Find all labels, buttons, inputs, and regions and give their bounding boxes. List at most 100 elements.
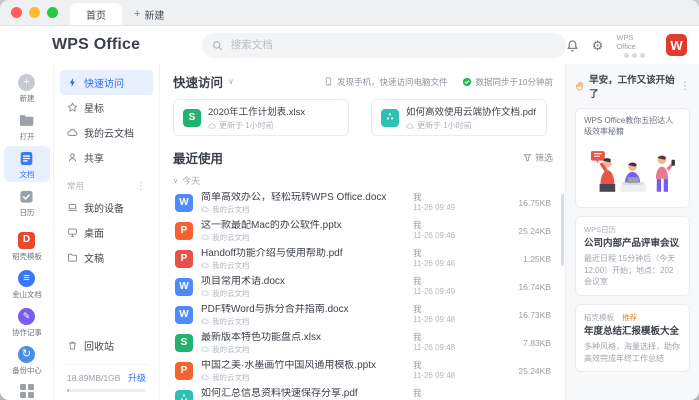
file-row[interactable]: S 最新版本特色功能盘点.xlsx 我的云文档 我 11- — [173, 329, 553, 357]
file-owner: 我 — [413, 248, 499, 259]
sidebar-item-label: 我的云文档 — [84, 125, 134, 140]
file-row[interactable]: W 简单高效办公，轻松玩转WPS Office.docx 我的云文档 我 — [173, 189, 553, 217]
pinned-file-meta: 更新于 1小时前 — [417, 120, 472, 131]
tab-home[interactable]: 首页 — [70, 3, 122, 25]
note-icon: ✎ — [18, 308, 35, 325]
pinned-card[interactable]: ∴ 如何高效使用云端协作文档.pdf 更新于 1小时前 — [371, 99, 547, 136]
file-type-icon: S — [175, 334, 193, 352]
close-window-button[interactable] — [11, 7, 22, 18]
recent-title: 最近使用 — [173, 148, 223, 167]
account-widget[interactable]: WPS Office — [616, 33, 653, 58]
file-modified-time: 11-26 09:46 — [413, 259, 499, 269]
sidebar-item-label: 快速访问 — [84, 75, 124, 90]
cloud-icon — [67, 127, 78, 138]
traffic-lights — [0, 0, 70, 25]
tab-home-label: 首页 — [86, 7, 106, 22]
file-row[interactable]: ∴ 如何汇总信息资料快速保存分享.pdf 我的云文档 我 — [173, 385, 553, 400]
sidebar-item-trash[interactable]: 回收站 — [60, 333, 153, 358]
new-tab-button[interactable]: + 新建 — [122, 3, 176, 25]
rail-item-new[interactable]: + 新建 — [4, 70, 50, 106]
file-location: 我的云文档 — [212, 233, 250, 242]
upgrade-link[interactable]: 升级 — [128, 371, 146, 384]
rail-item-kdocs[interactable]: ≡ 金山文档 — [4, 266, 50, 302]
storage-meter: 18.89MB/1GB 升级 — [54, 371, 159, 392]
search-input[interactable] — [229, 38, 556, 52]
sidebar-section-common: 常用 ⋮ — [67, 180, 146, 192]
file-size: 25.24KB — [499, 226, 551, 236]
rail-label: 备份中心 — [12, 365, 41, 375]
cloud-icon — [201, 345, 209, 353]
docer-card-tag: 推荐 — [622, 313, 637, 322]
wps-logo[interactable]: W — [666, 34, 687, 56]
file-row[interactable]: P Handoff功能介绍与使用帮助.pdf 我的云文档 我 — [173, 245, 553, 273]
file-size: 1.25KB — [499, 254, 551, 264]
search-icon — [212, 40, 222, 51]
more-vertical-icon[interactable]: ⋮ — [136, 181, 146, 192]
pinned-file-name: 如何高效使用云端协作文档.pdf — [406, 104, 536, 118]
file-row[interactable]: P 中国之美·水墨画竹中国风通用模板.pptx 我的云文档 我 — [173, 357, 553, 385]
promo-card[interactable]: WPS Office教你五招达人级效率秘籍 — [575, 108, 690, 208]
file-row[interactable]: W PDF转Word与拆分合并指南.docx 我的云文档 我 — [173, 301, 553, 329]
file-name: 简单高效办公，轻松玩转WPS Office.docx — [201, 192, 386, 205]
file-location: 我的云文档 — [212, 289, 250, 298]
rail-item-docer-templates[interactable]: D 稻壳模板 — [4, 228, 50, 264]
docer-card[interactable]: 稻壳模板 推荐 年度总结汇报模板大全 多种风格，海量选择，助你高效完成年终工作总… — [575, 304, 690, 373]
pinned-file-name: 2020年工作计划表.xlsx — [208, 104, 305, 118]
search-bar[interactable] — [202, 33, 565, 58]
file-name: 项目常用术语.docx — [201, 276, 285, 289]
settings-gear-icon[interactable]: ⚙ — [592, 39, 604, 52]
file-owner: 我 — [413, 220, 499, 231]
sidebar-item-my-device[interactable]: 我的设备 — [60, 195, 153, 220]
file-type-icon: P — [175, 222, 193, 240]
rail-item-collab-notes[interactable]: ✎ 协作记事 — [4, 304, 50, 340]
file-type-icon: ∴ — [175, 390, 193, 400]
sidebar-item-starred[interactable]: 星标 — [60, 95, 153, 120]
phone-connect-tip[interactable]: 发现手机，快速访问电脑文件 — [324, 76, 448, 88]
rail-item-documents[interactable]: 文档 — [4, 146, 50, 182]
sidebar-item-quick-access[interactable]: 快速访问 — [60, 70, 153, 95]
docer-icon: D — [18, 232, 35, 249]
file-modified-time: 11-26 09:48 — [413, 371, 499, 381]
pinned-card[interactable]: S 2020年工作计划表.xlsx 更新于 1小时前 — [173, 99, 349, 136]
nav-rail: + 新建 打开 文档 日历 D — [0, 64, 54, 400]
file-name: 中国之美·水墨画竹中国风通用模板.pptx — [201, 360, 376, 373]
main-content: 快速访问 ∨ 发现手机，快速访问电脑文件 数据同步于10分钟前 S — [160, 64, 565, 400]
chevron-down-icon[interactable]: ∨ — [228, 77, 234, 86]
rail-item-apps[interactable]: 应用 — [4, 379, 50, 400]
rail-item-open[interactable]: 打开 — [4, 108, 50, 144]
minimize-window-button[interactable] — [29, 7, 40, 18]
file-name: Handoff功能介绍与使用帮助.pdf — [201, 248, 343, 261]
cloud-icon — [201, 289, 209, 297]
cloud-icon — [406, 122, 414, 130]
body: + 新建 打开 文档 日历 D — [0, 64, 699, 400]
rail-label: 协作记事 — [12, 327, 41, 337]
cloud-icon — [201, 233, 209, 241]
rail-item-backup-center[interactable]: ↻ 备份中心 — [4, 342, 50, 378]
pinned-file-meta: 更新于 1小时前 — [219, 120, 274, 131]
sync-status-tip[interactable]: 数据同步于10分钟前 — [462, 76, 553, 88]
sidebar-item-documents-folder[interactable]: 文稿 — [60, 245, 153, 270]
file-row[interactable]: P 这一款最配Mac的办公软件.pptx 我的云文档 我 — [173, 217, 553, 245]
monitor-icon — [67, 227, 78, 238]
promo-illustration — [584, 142, 681, 200]
calendar-card[interactable]: WPS日历 公司内部产品评审会议 最近日程 15分钟后（今天12:00）开始；地… — [575, 216, 690, 296]
phone-icon — [324, 76, 333, 87]
sidebar-item-desktop[interactable]: 桌面 — [60, 220, 153, 245]
file-row[interactable]: W 项目常用术语.docx 我的云文档 我 11-26 0 — [173, 273, 553, 301]
cloud-icon — [201, 317, 209, 325]
sidebar-item-my-cloud-docs[interactable]: 我的云文档 — [60, 120, 153, 145]
more-vertical-icon[interactable]: ⋮ — [680, 81, 690, 92]
zoom-window-button[interactable] — [47, 7, 58, 18]
divider — [64, 364, 149, 365]
sidebar-item-shared[interactable]: 共享 — [60, 145, 153, 170]
group-today[interactable]: ∨ 今天 — [173, 174, 553, 187]
notification-bell-icon[interactable] — [566, 39, 579, 52]
document-icon — [18, 149, 36, 167]
file-modified-time: 11-26 09:49 — [413, 287, 499, 297]
funnel-icon — [523, 153, 532, 162]
filter-button[interactable]: 筛选 — [523, 151, 553, 164]
scrollbar[interactable] — [561, 194, 564, 266]
recent-file-list: W 简单高效办公，轻松玩转WPS Office.docx 我的云文档 我 — [173, 189, 553, 400]
star-icon — [67, 102, 78, 113]
rail-item-calendar[interactable]: 日历 — [4, 184, 50, 220]
